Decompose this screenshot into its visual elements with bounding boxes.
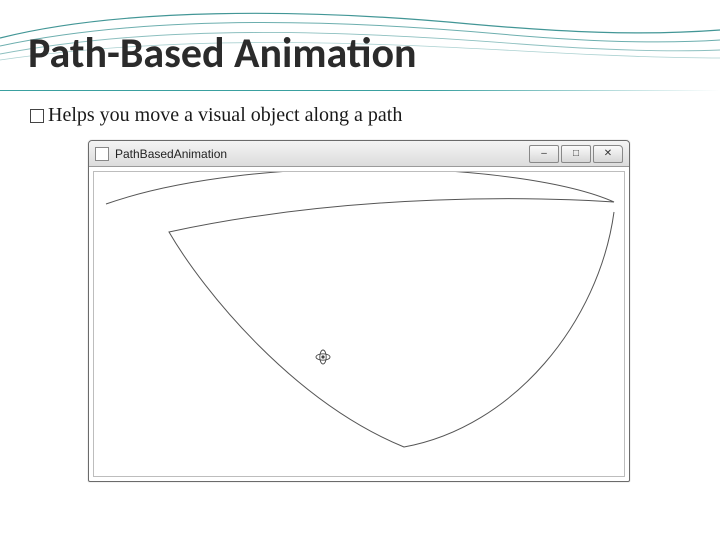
slide: Path-Based Animation Helps you move a vi… bbox=[0, 0, 720, 540]
window-system-icon bbox=[95, 147, 109, 161]
bullet-item: Helps you move a visual object along a p… bbox=[30, 104, 402, 127]
maximize-icon: □ bbox=[562, 146, 590, 162]
window-client-area bbox=[93, 171, 625, 477]
close-icon: ✕ bbox=[594, 146, 622, 162]
title-underline bbox=[0, 90, 720, 91]
bullet-text: Helps you move a visual object along a p… bbox=[48, 104, 402, 127]
maximize-button[interactable]: □ bbox=[561, 145, 591, 163]
square-bullet-icon bbox=[30, 109, 44, 123]
minimize-button[interactable]: – bbox=[529, 145, 559, 163]
minimize-icon: – bbox=[530, 146, 558, 162]
moving-object-marker bbox=[314, 348, 332, 366]
window-title: PathBasedAnimation bbox=[115, 147, 529, 161]
window-titlebar[interactable]: PathBasedAnimation – □ ✕ bbox=[89, 141, 629, 167]
slide-title: Path-Based Animation bbox=[28, 28, 417, 79]
window-controls: – □ ✕ bbox=[529, 145, 623, 163]
close-button[interactable]: ✕ bbox=[593, 145, 623, 163]
app-window: PathBasedAnimation – □ ✕ bbox=[88, 140, 630, 482]
animation-path bbox=[94, 172, 624, 472]
